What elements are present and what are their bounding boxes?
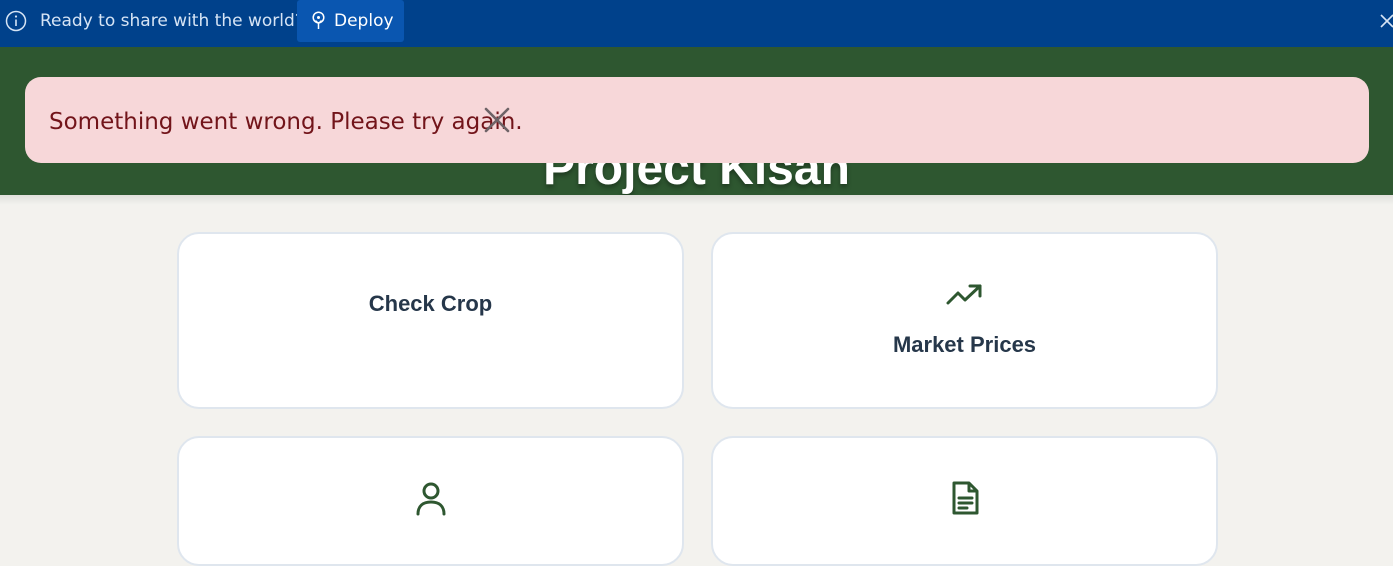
deploy-button-label: Deploy <box>334 11 394 31</box>
market-prices-card[interactable]: Market Prices <box>711 232 1218 409</box>
deploy-button[interactable]: Deploy <box>297 0 404 42</box>
document-card[interactable] <box>711 436 1218 566</box>
close-icon[interactable] <box>1380 12 1393 30</box>
card-label: Market Prices <box>892 332 1037 357</box>
document-icon <box>952 481 979 515</box>
deploy-banner: Ready to share with the world? Deploy <box>0 0 1393 47</box>
profile-card[interactable] <box>177 436 684 566</box>
error-message: Something went wrong. Please try again. <box>49 109 523 135</box>
check-crop-card[interactable]: Check Crop <box>177 232 684 409</box>
deploy-icon <box>312 11 325 29</box>
card-label: Check Crop <box>368 291 493 316</box>
error-toast: Something went wrong. Please try again. <box>25 77 1369 163</box>
banner-message: Ready to share with the world? <box>40 11 304 31</box>
user-icon <box>416 482 446 516</box>
trending-up-icon <box>946 284 982 305</box>
info-icon <box>5 10 27 32</box>
close-icon[interactable] <box>484 107 510 133</box>
header-shadow <box>0 195 1393 205</box>
